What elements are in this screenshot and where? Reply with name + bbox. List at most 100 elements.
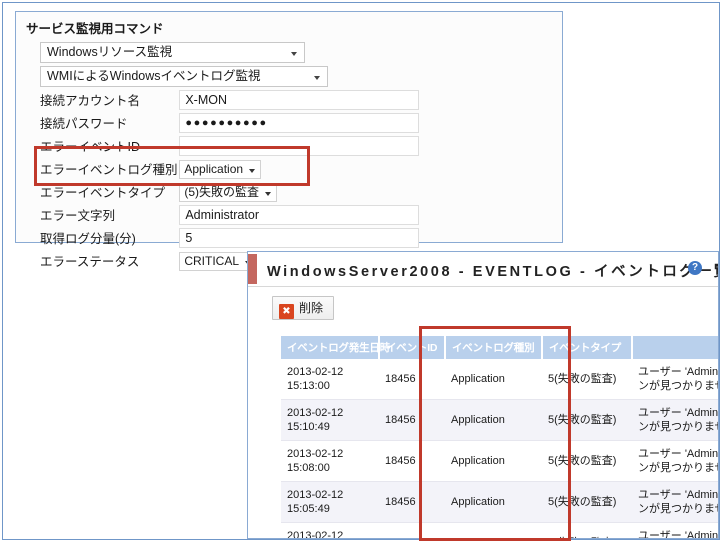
field-label-error-string: エラー文字列 — [40, 209, 116, 223]
cell-event-id: 18456 — [379, 440, 445, 482]
description-line-1: ユーザー 'Administrator' はログ — [638, 407, 719, 419]
table-row[interactable]: 2013-02-12 15:05:49 18456 Application 5(… — [281, 481, 719, 523]
cell-event-type: 5(失敗の監査) — [542, 359, 632, 400]
datetime-date: 2013-02-12 — [287, 489, 344, 501]
cell-log-type: Application — [445, 359, 542, 400]
field-row-account-name: 接続アカウント名 X-MON — [40, 90, 540, 112]
datetime-date: 2013-02-12 — [287, 407, 344, 419]
cell-log-type: Application — [445, 481, 542, 523]
description-line-1: ユーザー 'Administrator' はログ — [638, 448, 719, 460]
cell-description: ユーザー 'Administrator' はログ ンが見つかりませんでした。[ — [632, 481, 719, 523]
datetime-date: 2013-02-12 — [287, 366, 344, 378]
cell-datetime: 2013-02-12 15:08:00 — [281, 440, 379, 482]
chevron-down-icon — [249, 169, 256, 173]
cell-description: ユーザー 'Administrator' はログ ンが見つかりませんでした。[ — [632, 399, 719, 441]
field-row-error-log-type: エラーイベントログ種別 Application — [40, 159, 540, 181]
datetime-date: 2013-02-12 — [287, 448, 344, 460]
close-icon: ✖ — [279, 304, 294, 319]
table-row[interactable]: 2013-02-12 15:10:49 18456 Application 5(… — [281, 399, 719, 441]
error-event-type-value: (5)失敗の監査 — [184, 185, 260, 199]
title-accent-bar — [248, 254, 257, 284]
description-line-2: ンが見つかりませんでした。[ — [638, 380, 718, 392]
cell-event-type: 5(失敗の監査) — [542, 522, 632, 538]
monitor-type-select-value: Windowsリソース監視 — [47, 45, 173, 59]
field-row-error-event-id: エラーイベントID — [40, 136, 540, 158]
password-input[interactable]: ●●●●●●●●●● — [179, 113, 420, 133]
help-icon[interactable]: ? — [688, 261, 702, 275]
log-duration-input[interactable]: 5 — [179, 228, 420, 248]
datetime-time: 15:13:00 — [287, 380, 330, 392]
datetime-time: 15:08:00 — [287, 462, 330, 474]
field-row-error-event-type: エラーイベントタイプ (5)失敗の監査 — [40, 182, 540, 204]
service-monitoring-command-panel: サービス監視用コマンド Windowsリソース監視 WMIによるWindowsイ… — [15, 11, 563, 271]
description-line-2: ンが見つかりませんでした。[ — [638, 421, 718, 433]
field-label-error-event-type: エラーイベントタイプ — [40, 186, 166, 200]
description-line-2: ンが見つかりませんでした。[ — [638, 462, 718, 474]
delete-button-label: 削除 — [299, 301, 324, 315]
monitor-method-select[interactable]: WMIによるWindowsイベントログ監視 — [40, 66, 328, 87]
cell-event-id: 18456 — [379, 399, 445, 441]
cell-log-type: Application — [445, 522, 542, 538]
chevron-down-icon — [314, 76, 320, 80]
description-line-1: ユーザー 'Administrator' はログ — [638, 489, 719, 501]
cell-datetime: 2013-02-12 15:10:49 — [281, 399, 379, 441]
cell-datetime: 2013-02-12 15:03:00 — [281, 522, 379, 539]
datetime-date: 2013-02-12 — [287, 530, 344, 539]
field-label-error-event-id: エラーイベントID — [40, 140, 141, 154]
error-status-select[interactable]: CRITICAL — [179, 252, 258, 271]
error-status-value: CRITICAL — [184, 254, 240, 268]
description-line-1: ユーザー 'Administrator' はログ — [638, 530, 719, 539]
field-label-error-log-type: エラーイベントログ種別 — [40, 163, 178, 177]
table-row[interactable]: 2013-02-12 15:08:00 18456 Application 5(… — [281, 440, 719, 482]
table-row[interactable]: 2013-02-12 15:13:00 18456 Application 5(… — [281, 359, 719, 400]
field-label-log-duration: 取得ログ分量(分) — [40, 232, 136, 246]
field-row-password: 接続パスワード ●●●●●●●●●● — [40, 113, 540, 135]
cell-event-type: 5(失敗の監査) — [542, 440, 632, 482]
field-label-account-name: 接続アカウント名 — [40, 94, 141, 108]
description-line-2: ンが見つかりませんでした。[ — [638, 503, 718, 515]
cell-description: ユーザー 'Administrator' はログ ンが見つかりませんでした。[ — [632, 522, 719, 539]
error-event-id-input[interactable] — [179, 136, 420, 156]
field-row-error-string: エラー文字列 Administrator — [40, 205, 540, 227]
column-header-description[interactable] — [632, 336, 718, 359]
eventlog-titlebar: WindowsServer2008 - EVENTLOG - イベントログ一覧 … — [248, 252, 718, 287]
column-header-event-type[interactable]: イベントタイプ — [542, 336, 633, 359]
cell-description: ユーザー 'Administrator' はログ ンが見つかりませんでした。[ — [632, 440, 719, 482]
cell-datetime: 2013-02-12 15:05:49 — [281, 481, 379, 523]
table-row[interactable]: 2013-02-12 15:03:00 18456 Application 5(… — [281, 522, 719, 539]
cell-event-type: 5(失敗の監査) — [542, 481, 632, 523]
account-name-input[interactable]: X-MON — [179, 90, 420, 110]
field-label-password: 接続パスワード — [40, 117, 128, 131]
chevron-down-icon — [291, 52, 297, 56]
eventlog-panel: WindowsServer2008 - EVENTLOG - イベントログ一覧 … — [247, 251, 719, 539]
error-log-type-select[interactable]: Application — [179, 160, 262, 179]
monitor-method-select-value: WMIによるWindowsイベントログ監視 — [47, 69, 261, 83]
cell-datetime: 2013-02-12 15:13:00 — [281, 359, 379, 400]
monitor-type-select[interactable]: Windowsリソース監視 — [40, 42, 305, 63]
field-label-error-status: エラーステータス — [40, 255, 140, 269]
chevron-down-icon — [265, 192, 272, 196]
eventlog-table: イベントログ発生日時 イベントID イベントログ種別 イベントタイプ 2013-… — [281, 336, 719, 539]
page-frame: サービス監視用コマンド Windowsリソース監視 WMIによるWindowsイ… — [2, 2, 720, 541]
column-header-datetime[interactable]: イベントログ発生日時 — [281, 336, 390, 359]
error-log-type-value: Application — [184, 162, 244, 176]
cell-event-id: 18456 — [379, 522, 445, 538]
column-header-log-type[interactable]: イベントログ種別 — [445, 336, 543, 359]
table-body: 2013-02-12 15:13:00 18456 Application 5(… — [281, 359, 719, 539]
eventlog-panel-title: WindowsServer2008 - EVENTLOG - イベントログ一覧 — [267, 264, 719, 280]
cell-event-type: 5(失敗の監査) — [542, 399, 632, 441]
command-panel-title: サービス監視用コマンド — [26, 22, 164, 36]
cell-event-id: 18456 — [379, 481, 445, 523]
description-line-1: ユーザー 'Administrator' はログ — [638, 366, 719, 378]
table-header-row: イベントログ発生日時 イベントID イベントログ種別 イベントタイプ — [281, 336, 718, 359]
cell-log-type: Application — [445, 399, 542, 441]
error-event-type-select[interactable]: (5)失敗の監査 — [179, 183, 278, 202]
cell-event-id: 18456 — [379, 359, 445, 400]
error-string-input[interactable]: Administrator — [179, 205, 420, 225]
column-header-event-id[interactable]: イベントID — [379, 336, 446, 359]
delete-button[interactable]: ✖ 削除 — [272, 296, 335, 320]
cell-description: ユーザー 'Administrator' はログ ンが見つかりませんでした。[ — [632, 359, 719, 400]
datetime-time: 15:10:49 — [287, 421, 330, 433]
command-form: Windowsリソース監視 WMIによるWindowsイベントログ監視 接続アカ… — [40, 42, 540, 274]
field-row-log-duration: 取得ログ分量(分) 5 — [40, 228, 540, 250]
